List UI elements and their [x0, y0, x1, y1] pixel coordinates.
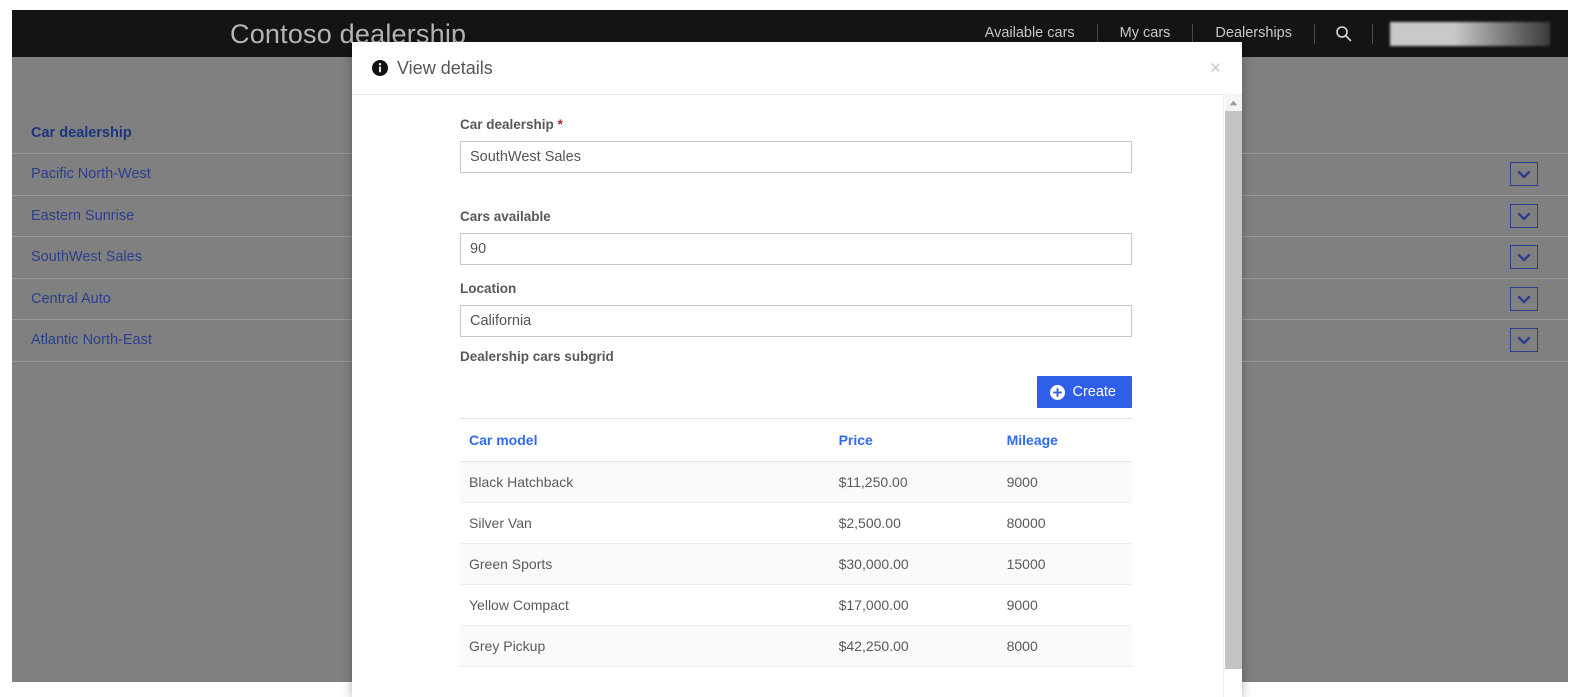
input-location[interactable] — [460, 305, 1132, 337]
modal-scrollbar[interactable] — [1223, 94, 1242, 697]
subgrid-column-header-car-model[interactable]: Car model — [460, 418, 830, 462]
plus-circle-icon — [1050, 384, 1066, 400]
subgrid-cell-price: $2,500.00 — [829, 502, 998, 544]
screen: Contoso dealership Available cars My car… — [0, 0, 1580, 697]
chevron-down-icon[interactable] — [1510, 328, 1538, 353]
grid-column-header-car-dealership: Car dealership — [31, 125, 132, 141]
required-marker: * — [557, 117, 563, 132]
view-details-modal: View details × Car dealership * Cars ava… — [352, 42, 1242, 697]
grid-cell-dealership-name[interactable]: Eastern Sunrise — [12, 208, 134, 224]
field-car-dealership: Car dealership * — [460, 117, 1132, 173]
grid-cell-dealership-name[interactable]: Atlantic North-East — [12, 332, 152, 348]
grid-cell-dealership-name[interactable]: Central Auto — [12, 291, 111, 307]
field-cars-available: Cars available — [460, 209, 1132, 265]
create-button[interactable]: Create — [1037, 376, 1132, 408]
scroll-up-arrow-icon[interactable] — [1225, 94, 1242, 111]
search-icon[interactable] — [1315, 25, 1372, 42]
table-row[interactable]: Black Hatchback $11,250.00 9000 — [460, 461, 1132, 503]
scrollbar-thumb[interactable] — [1225, 111, 1242, 669]
label-dealership-cars-subgrid: Dealership cars subgrid — [460, 349, 614, 364]
subgrid-cell-model: Silver Van — [460, 502, 830, 544]
subgrid-cell-mileage: 15000 — [997, 543, 1132, 585]
close-icon[interactable]: × — [1206, 55, 1225, 82]
subgrid-cell-price: $17,000.00 — [829, 584, 998, 626]
label-location: Location — [460, 281, 517, 296]
nav-separator — [1372, 23, 1373, 44]
table-row[interactable]: Green Sports $30,000.00 15000 — [460, 543, 1132, 585]
chevron-down-icon[interactable] — [1510, 245, 1538, 270]
subgrid-column-header-price[interactable]: Price — [829, 418, 998, 462]
subgrid-cell-mileage: 80000 — [997, 502, 1132, 544]
dealership-cars-subgrid-table: Car model Price Mileage Black Hatchback … — [460, 418, 1132, 667]
subgrid-body: Black Hatchback $11,250.00 9000 Silver V… — [460, 461, 1132, 667]
input-cars-available[interactable] — [460, 233, 1132, 265]
user-account-chip[interactable] — [1390, 22, 1550, 46]
subgrid-cell-model: Green Sports — [460, 543, 830, 585]
grid-cell-dealership-name[interactable]: SouthWest Sales — [12, 249, 142, 265]
chevron-down-icon[interactable] — [1510, 203, 1538, 228]
table-row[interactable]: Silver Van $2,500.00 80000 — [460, 502, 1132, 544]
create-button-label: Create — [1072, 384, 1116, 400]
table-row[interactable]: Yellow Compact $17,000.00 9000 — [460, 584, 1132, 626]
subgrid-header-row: Car model Price Mileage — [460, 418, 1132, 462]
subgrid-cell-model: Black Hatchback — [460, 461, 830, 503]
subgrid-cell-mileage: 8000 — [997, 625, 1132, 667]
subgrid-header: Car model Price Mileage — [460, 418, 1132, 462]
label-cars-available: Cars available — [460, 209, 551, 224]
field-location: Location — [460, 281, 1132, 337]
info-icon — [372, 60, 388, 76]
modal-title: View details — [397, 57, 493, 78]
subgrid-cell-mileage: 9000 — [997, 461, 1132, 503]
chevron-down-icon[interactable] — [1510, 286, 1538, 311]
subgrid-column-header-mileage[interactable]: Mileage — [997, 418, 1132, 462]
input-car-dealership[interactable] — [460, 141, 1132, 173]
label-car-dealership: Car dealership * — [460, 117, 1132, 132]
subgrid-cell-price: $42,250.00 — [829, 625, 998, 667]
subgrid-cell-price: $30,000.00 — [829, 543, 998, 585]
subgrid-cell-price: $11,250.00 — [829, 461, 998, 503]
subgrid-toolbar: Create — [460, 364, 1132, 418]
modal-body: Car dealership * Cars available Location… — [352, 95, 1242, 697]
chevron-down-icon[interactable] — [1510, 162, 1538, 187]
subgrid-cell-model: Yellow Compact — [460, 584, 830, 626]
modal-header: View details × — [352, 42, 1242, 95]
table-row[interactable]: Grey Pickup $42,250.00 8000 — [460, 625, 1132, 667]
subgrid-cell-mileage: 9000 — [997, 584, 1132, 626]
label-text: Car dealership — [460, 117, 554, 132]
grid-cell-dealership-name[interactable]: Pacific North-West — [12, 166, 151, 182]
subgrid-cell-model: Grey Pickup — [460, 625, 830, 667]
